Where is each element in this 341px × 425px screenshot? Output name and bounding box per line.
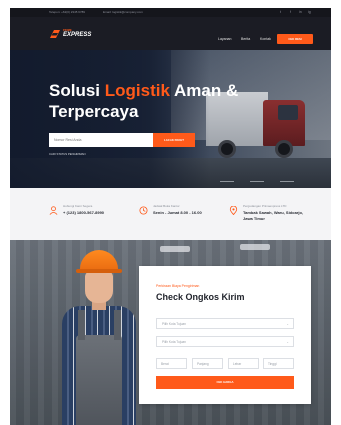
instagram-icon[interactable]: ig — [308, 10, 311, 14]
linkedin-icon[interactable]: in — [299, 10, 302, 14]
ceiling-light — [240, 244, 270, 250]
shipping-cost-section: Perkiraan Biaya Pengiriman Check Ongkos … — [10, 240, 331, 425]
hero-title-line2: Terpercaya — [49, 102, 139, 121]
height-input[interactable]: Tinggi — [263, 358, 294, 369]
topbar-phone: Telepon: +62(0) 2345 6789 — [49, 10, 85, 14]
info-strip: Hubungi Kami Segera + (123) 1800-567-899… — [10, 188, 331, 240]
nav-item-kontak[interactable]: Kontak — [260, 37, 271, 41]
info-label: Pergudangan Primaexpress LTD — [243, 204, 287, 208]
page: Telepon: +62(0) 2345 6789 Email: logisti… — [0, 0, 341, 425]
chevron-down-icon: ⌄ — [286, 322, 289, 326]
length-input[interactable]: Panjang — [192, 358, 223, 369]
check-price-button[interactable]: CEK HARGA — [156, 376, 294, 389]
worker-strap — [114, 310, 121, 340]
shipment-status-link[interactable]: CARI STATUS PENGIRIMAN — [49, 152, 86, 156]
info-label: Hubungi Kami Segera — [63, 204, 93, 208]
cek-resi-button[interactable]: CEK RESI — [277, 34, 313, 44]
navbar: PRIME EXPRESS Layanan Berita Kontak CEK … — [10, 17, 331, 50]
form-kicker: Perkiraan Biaya Pengiriman — [156, 284, 200, 288]
logo-text[interactable]: EXPRESS — [63, 32, 91, 38]
truck-wheel — [218, 140, 236, 158]
worker-photo — [50, 240, 140, 425]
worker-strap — [78, 310, 85, 340]
topbar-email: Email: logistik@company.com — [103, 10, 143, 14]
select-placeholder: Pilih Kota Tujuan — [162, 340, 186, 344]
select-placeholder: Pilih Kota Tujuan — [162, 322, 186, 326]
road-marking — [280, 180, 294, 182]
worker-overall — [76, 335, 122, 425]
website-frame: Telepon: +62(0) 2345 6789 Email: logisti… — [10, 8, 331, 425]
clock-icon — [139, 206, 148, 215]
info-label: Jadwal Buka Kantor — [153, 204, 180, 208]
weight-input[interactable]: Berat — [156, 358, 187, 369]
hero-title: Solusi Logistik Aman & Terpercaya — [49, 80, 249, 122]
ceiling-light — [160, 246, 190, 252]
origin-city-select[interactable]: Pilih Kota Tujuan ⌄ — [156, 318, 294, 329]
road-marking — [220, 180, 234, 182]
hero-section: Solusi Logistik Aman & Terpercaya LACAK … — [10, 50, 331, 188]
truck-wheel — [275, 140, 293, 158]
width-input[interactable]: Lebar — [228, 358, 259, 369]
track-package-button[interactable]: LACAK PAKET — [153, 133, 195, 147]
user-icon — [49, 206, 58, 215]
info-value: Senin - Jumat 8.00 - 16.00 — [153, 210, 202, 215]
nav-item-berita[interactable]: Berita — [241, 37, 250, 41]
info-value: + (123) 1800-567-8990 — [63, 210, 105, 215]
road-marking — [250, 180, 264, 182]
worker-face — [85, 271, 113, 303]
hero-title-accent: Logistik — [104, 81, 170, 100]
hero-title-part1: Solusi — [49, 81, 105, 100]
info-value-line1: Tambak Sawah, Waru, Sidoarjo, — [243, 210, 304, 215]
info-value-line2: Jawa Timur — [243, 216, 265, 221]
form-title: Check Ongkos Kirim — [156, 292, 245, 302]
top-bar: Telepon: +62(0) 2345 6789 Email: logisti… — [10, 8, 331, 17]
chevron-down-icon: ⌄ — [286, 340, 289, 344]
shipping-cost-form: Perkiraan Biaya Pengiriman Check Ongkos … — [139, 266, 311, 404]
twitter-icon[interactable]: t — [280, 10, 281, 14]
tracking-input[interactable] — [49, 133, 153, 147]
info-value: Tambak Sawah, Waru, Sidoarjo, Jawa Timur — [243, 210, 303, 222]
hard-hat-brim — [76, 269, 122, 273]
truck-window — [278, 105, 298, 120]
location-icon — [229, 206, 238, 215]
hero-title-part2: Aman & — [169, 81, 239, 100]
nav-item-layanan[interactable]: Layanan — [218, 37, 231, 41]
destination-city-select[interactable]: Pilih Kota Tujuan ⌄ — [156, 336, 294, 347]
logo-icon[interactable] — [50, 30, 60, 38]
facebook-icon[interactable]: f — [290, 10, 291, 14]
